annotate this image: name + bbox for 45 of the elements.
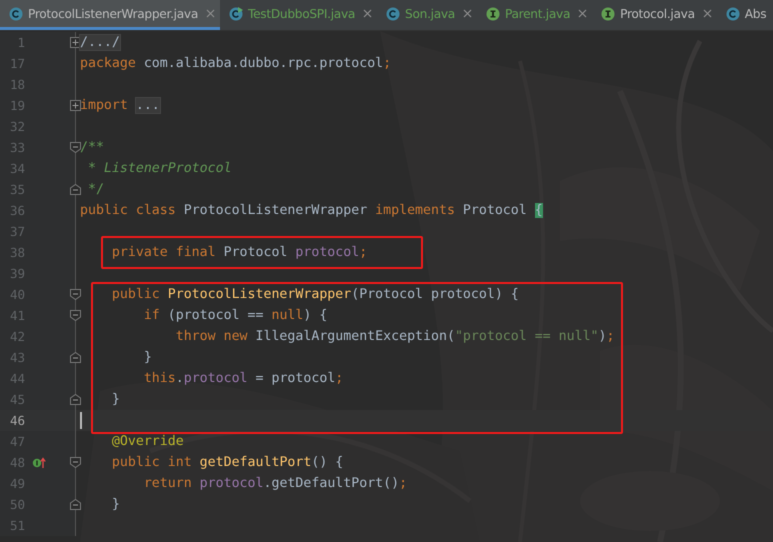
fold-collapse-icon[interactable] [70, 310, 81, 321]
code-line: @Override [110, 433, 184, 451]
class-icon [386, 6, 400, 20]
class-icon [229, 6, 244, 20]
fold-expand-icon[interactable] [70, 37, 81, 48]
code-line: public ProtocolListenerWrapper(Protocol protocol) { [110, 286, 519, 304]
code-line: throw new IllegalArgumentException("protocol == null"); [174, 328, 614, 346]
editor-tab[interactable]: TestDubboSPI.java [220, 0, 378, 30]
interface-icon [601, 6, 616, 20]
line-number: 46 [8, 413, 25, 428]
code-line: return protocol.getDefaultPort(); [142, 475, 408, 493]
code-line: * ListenerProtocol [86, 160, 232, 178]
fold-collapse-icon[interactable] [70, 394, 81, 405]
code-line: package com.alibaba.dubbo.rpc.protocol; [80, 55, 392, 73]
code-line: this.protocol = protocol; [142, 370, 344, 388]
editor-tab[interactable]: ProtocolListenerWrapper.java [0, 0, 220, 30]
close-icon[interactable] [702, 9, 712, 18]
fold-collapse-icon[interactable] [70, 457, 81, 468]
code-line: } [142, 349, 152, 367]
code-line: private final Protocol protocol; [110, 244, 368, 262]
code-line: if (protocol == null) { [142, 307, 328, 325]
code-line: } [110, 496, 120, 514]
fold-collapse-icon[interactable] [70, 352, 81, 363]
implements-marker-icon[interactable] [32, 456, 46, 468]
editor-tab[interactable]: Protocol.java [592, 0, 717, 30]
code-line: import ... [80, 97, 160, 115]
class-icon [9, 6, 23, 20]
fold-collapse-icon[interactable] [70, 289, 81, 300]
close-icon[interactable] [578, 9, 588, 18]
editor-tab[interactable]: Son.java [377, 0, 477, 30]
code-line: } [110, 391, 120, 409]
fold-collapse-icon[interactable] [70, 184, 81, 195]
interface-icon [486, 6, 500, 20]
code-line: public int getDefaultPort() { [110, 454, 344, 472]
fold-collapse-icon[interactable] [70, 142, 81, 153]
editor-tab[interactable]: Abs [716, 0, 766, 30]
code-line: /** [80, 139, 104, 157]
class-icon [726, 6, 740, 20]
code-line: public class ProtocolListenerWrapper implements Protocol { [80, 202, 543, 220]
code-line: */ [86, 181, 104, 199]
fold-collapse-icon[interactable] [70, 499, 81, 510]
editor-tab[interactable]: Parent.java [476, 0, 592, 30]
close-icon[interactable] [462, 9, 472, 18]
close-icon[interactable] [363, 9, 372, 18]
fold-expand-icon[interactable] [70, 100, 81, 111]
